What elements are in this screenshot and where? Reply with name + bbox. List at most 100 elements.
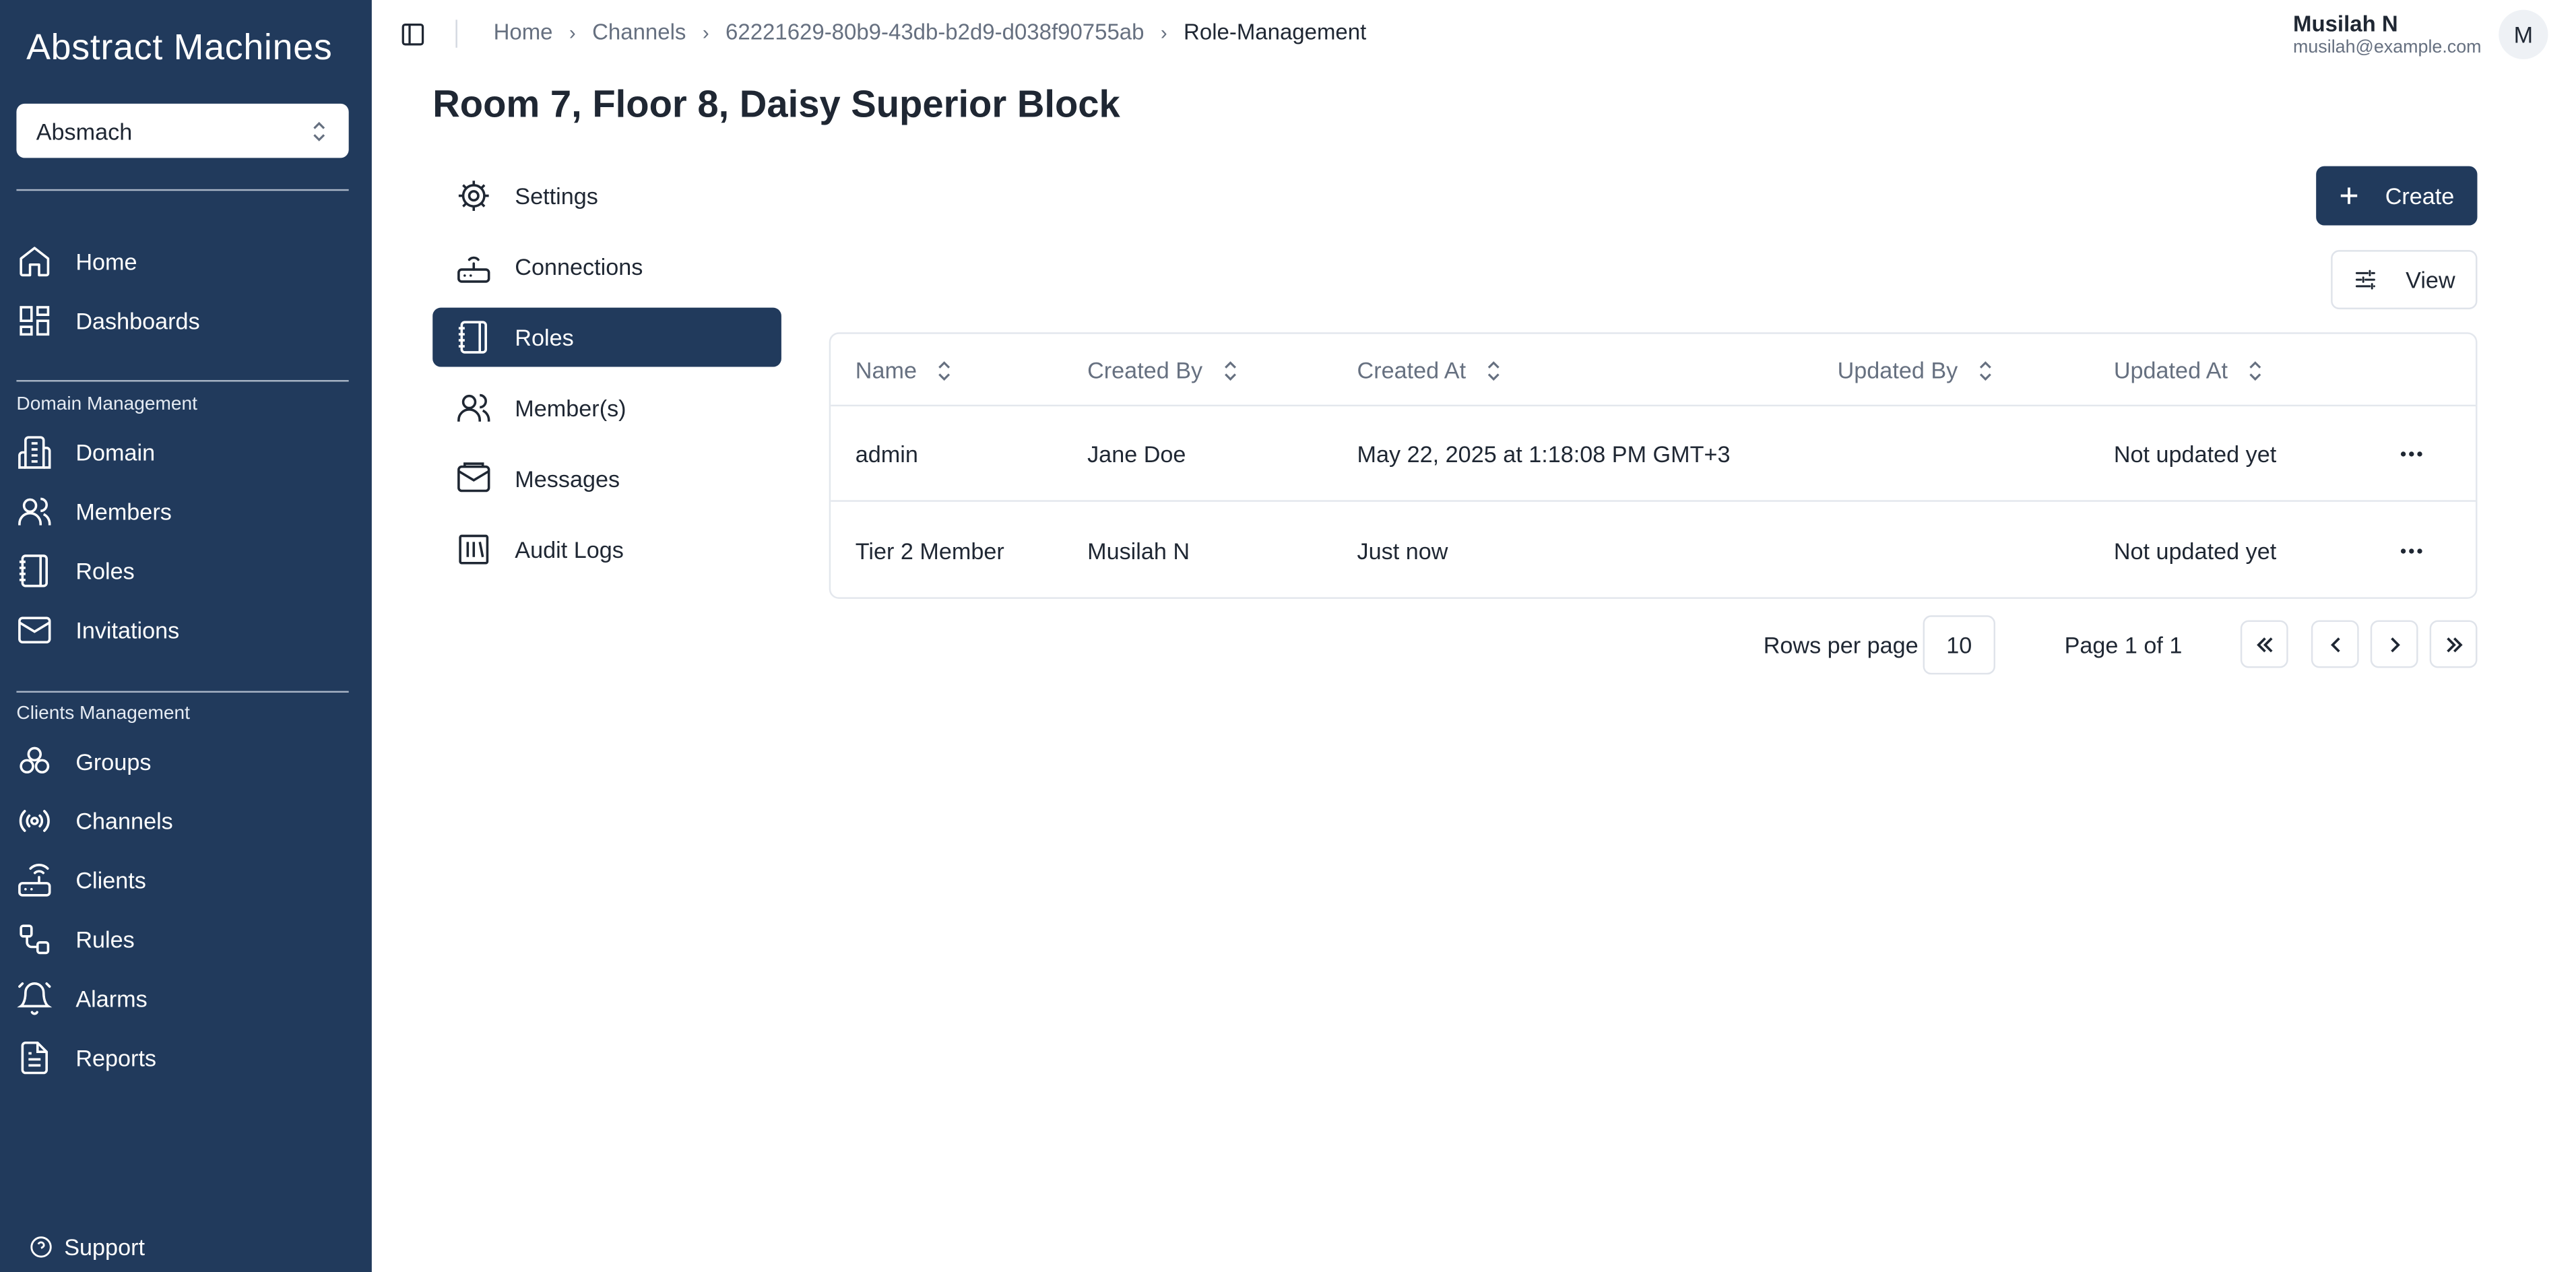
column-header-name[interactable]: Name bbox=[856, 334, 953, 406]
sidebar-item-alarms[interactable]: Alarms bbox=[16, 974, 348, 1023]
brand-logo: Abstract Machines bbox=[26, 26, 333, 68]
channel-nav-label: Connections bbox=[515, 253, 643, 280]
column-header-label: Updated By bbox=[1837, 356, 1958, 383]
table-header: Name Created By Created At Updated By Up… bbox=[831, 334, 2476, 407]
divider bbox=[16, 691, 349, 693]
gear-icon bbox=[455, 178, 492, 214]
section-title-domain: Domain Management bbox=[16, 395, 197, 415]
table-row[interactable]: Tier 2 Member Musilah N Just now Not upd… bbox=[831, 503, 2476, 597]
sidebar-item-channels[interactable]: Channels bbox=[16, 796, 348, 846]
help-circle-icon bbox=[30, 1236, 53, 1259]
chevron-right-icon: › bbox=[702, 20, 709, 44]
sort-icon bbox=[936, 360, 953, 381]
radio-icon bbox=[16, 803, 53, 839]
page-info: Page 1 of 1 bbox=[2064, 631, 2183, 658]
channel-nav-messages[interactable]: Messages bbox=[432, 449, 781, 509]
view-button[interactable]: View bbox=[2331, 250, 2478, 310]
sidebar-item-clients[interactable]: Clients bbox=[16, 856, 348, 905]
domain-selector[interactable]: Absmach bbox=[16, 103, 349, 158]
row-actions-button[interactable] bbox=[2398, 538, 2424, 564]
sidebar-item-invitations[interactable]: Invitations bbox=[16, 606, 348, 655]
sidebar-item-roles[interactable]: Roles bbox=[16, 546, 348, 596]
dashboard-icon bbox=[16, 303, 53, 339]
table-row[interactable]: admin Jane Doe May 22, 2025 at 1:18:08 P… bbox=[831, 406, 2476, 502]
channel-nav-label: Roles bbox=[515, 324, 574, 351]
first-page-button[interactable] bbox=[2240, 620, 2288, 668]
router-icon bbox=[455, 249, 492, 285]
mail-open-icon bbox=[455, 461, 492, 497]
breadcrumb-current: Role-Management bbox=[1184, 20, 1367, 44]
sidebar-item-members[interactable]: Members bbox=[16, 487, 348, 536]
sidebar-toggle-button[interactable] bbox=[399, 22, 426, 48]
sidebar-item-label: Invitations bbox=[75, 616, 180, 643]
chevron-right-icon: › bbox=[569, 20, 576, 44]
chevron-left-icon bbox=[2325, 634, 2345, 654]
channel-nav-roles[interactable]: Roles bbox=[432, 307, 781, 367]
home-icon bbox=[16, 243, 53, 280]
channel-nav-audit-logs[interactable]: Audit Logs bbox=[432, 520, 781, 579]
sidebar-item-label: Clients bbox=[75, 866, 146, 893]
sidebar-item-home[interactable]: Home bbox=[16, 237, 348, 286]
view-button-label: View bbox=[2406, 266, 2455, 293]
plus-icon bbox=[2339, 186, 2358, 205]
sidebar-item-rules[interactable]: Rules bbox=[16, 915, 348, 964]
last-page-button[interactable] bbox=[2429, 620, 2478, 668]
breadcrumb: Home › Channels › 62221629-80b9-43db-b2d… bbox=[494, 20, 1367, 44]
cell-updated-at: Not updated yet bbox=[2113, 538, 2277, 565]
sidebar-item-label: Channels bbox=[75, 807, 173, 835]
sidebar-item-label: Dashboards bbox=[75, 307, 200, 334]
users-icon bbox=[16, 494, 53, 530]
channel-nav-settings[interactable]: Settings bbox=[432, 166, 781, 226]
previous-page-button[interactable] bbox=[2311, 620, 2359, 668]
user-menu[interactable]: Musilah N musilah@example.com bbox=[2293, 13, 2482, 57]
page-title: Room 7, Floor 8, Daisy Superior Block bbox=[432, 82, 1120, 125]
rows-per-page-select[interactable]: 10 bbox=[1923, 615, 1996, 675]
column-header-label: Created At bbox=[1357, 356, 1467, 383]
chevrons-right-icon bbox=[2443, 634, 2463, 654]
column-header-created-by[interactable]: Created By bbox=[1087, 334, 1239, 406]
cell-created-at: Just now bbox=[1357, 538, 1448, 565]
divider bbox=[16, 380, 349, 382]
column-header-updated-by[interactable]: Updated By bbox=[1838, 334, 1994, 406]
panel-left-icon bbox=[399, 22, 426, 48]
user-name: Musilah N bbox=[2292, 11, 2398, 36]
channel-nav-label: Audit Logs bbox=[515, 536, 624, 563]
sidebar-item-label: Groups bbox=[75, 749, 152, 775]
next-page-button[interactable] bbox=[2370, 620, 2418, 668]
rows-per-page-label: Rows per page bbox=[1763, 631, 1919, 658]
chevrons-left-icon bbox=[2255, 634, 2274, 654]
sort-icon bbox=[2247, 360, 2263, 381]
column-header-created-at[interactable]: Created At bbox=[1357, 334, 1502, 406]
sort-icon bbox=[1485, 360, 1502, 381]
sidebar-item-label: Alarms bbox=[75, 985, 148, 1012]
notebook-icon bbox=[455, 319, 492, 356]
avatar[interactable]: M bbox=[2499, 9, 2548, 59]
create-button[interactable]: Create bbox=[2316, 166, 2478, 226]
sidebar-item-groups[interactable]: Groups bbox=[16, 737, 348, 786]
sidebar: Abstract Machines Absmach Home Dashboard… bbox=[0, 0, 372, 1272]
column-header-label: Created By bbox=[1087, 356, 1203, 383]
sidebar-item-label: Home bbox=[75, 248, 137, 275]
divider bbox=[16, 189, 349, 191]
chevron-up-down-icon bbox=[309, 119, 329, 142]
breadcrumb-channel-id[interactable]: 62221629-80b9-43db-b2d9-d038f90755ab bbox=[726, 20, 1144, 44]
breadcrumb-home[interactable]: Home bbox=[494, 20, 553, 44]
row-actions-button[interactable] bbox=[2398, 441, 2424, 467]
channel-nav-members[interactable]: Member(s) bbox=[432, 379, 781, 438]
column-header-updated-at[interactable]: Updated At bbox=[2114, 334, 2264, 406]
roles-table: Name Created By Created At Updated By Up… bbox=[829, 332, 2478, 599]
sidebar-item-label: Roles bbox=[75, 557, 135, 584]
breadcrumb-channels[interactable]: Channels bbox=[592, 20, 686, 44]
more-horizontal-icon bbox=[2400, 451, 2423, 457]
more-horizontal-icon bbox=[2400, 548, 2423, 554]
sidebar-item-dashboards[interactable]: Dashboards bbox=[16, 296, 348, 346]
cell-created-at: May 22, 2025 at 1:18:08 PM GMT+3 bbox=[1357, 441, 1731, 468]
domain-selector-label: Absmach bbox=[36, 117, 133, 144]
workflow-icon bbox=[16, 921, 53, 957]
support-link[interactable]: Support bbox=[30, 1234, 145, 1260]
column-header-label: Name bbox=[855, 356, 917, 383]
sidebar-item-reports[interactable]: Reports bbox=[16, 1034, 348, 1083]
cell-name: admin bbox=[855, 441, 918, 468]
channel-nav-connections[interactable]: Connections bbox=[432, 237, 781, 296]
sidebar-item-domain[interactable]: Domain bbox=[16, 428, 348, 477]
